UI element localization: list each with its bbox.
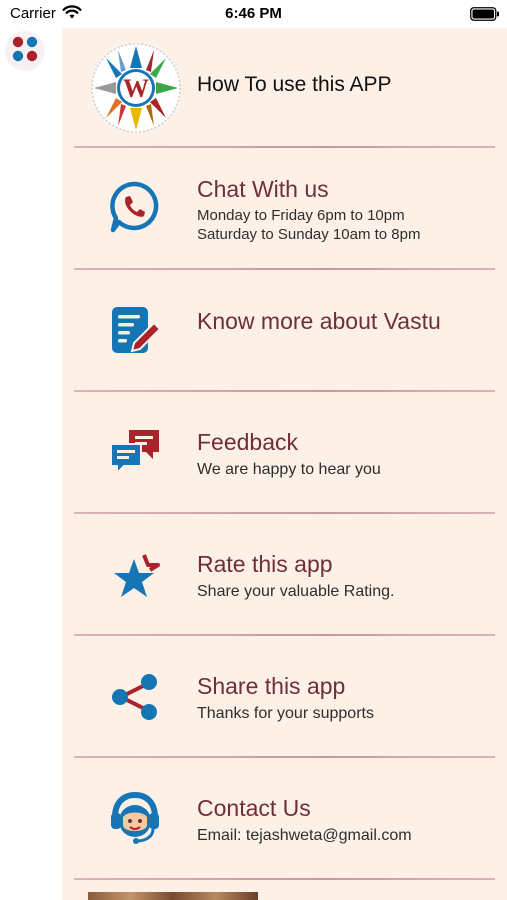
app-logo-icon: W [86, 40, 186, 141]
menu-item-title: Share this app [197, 673, 346, 699]
menu-item-how-to-use[interactable]: W How To use this APP [62, 28, 507, 146]
menu-item-subtitle: Thanks for your supports [197, 705, 374, 722]
menu-item-title: How To use this APP [197, 73, 392, 96]
battery-icon [470, 7, 500, 26]
document-edit-icon [110, 305, 162, 362]
whatsapp-icon [109, 181, 161, 238]
menu-item-title: Chat With us [197, 176, 329, 202]
share-icon [109, 671, 161, 728]
menu-item-subtitle-line-1: Monday to Friday 6pm to 10pm [197, 207, 405, 224]
status-bar: Carrier 6:46 PM [0, 0, 507, 28]
menu-item-rate-app[interactable]: Rate this app Share your valuable Rating… [62, 514, 507, 634]
contact-support-icon [109, 791, 161, 850]
menu-toggle-button[interactable] [4, 30, 46, 72]
divider [74, 878, 495, 880]
menu-item-text: Rate this app Share your valuable Rating… [197, 551, 394, 601]
clock: 6:46 PM [225, 5, 282, 22]
menu-item-text: Contact Us Email: tejashweta@gmail.com [197, 795, 412, 845]
menu-item-chat[interactable]: Chat With us Monday to Friday 6pm to 10p… [62, 148, 507, 268]
menu-item-know-vastu[interactable]: Know more about Vastu [62, 270, 507, 390]
menu-item-subtitle: We are happy to hear you [197, 461, 381, 478]
side-drawer: W How To use this APP Chat With us Monda… [62, 28, 507, 900]
menu-item-title: Rate this app [197, 551, 333, 577]
menu-item-subtitle-line-2: Saturday to Sunday 10am to 8pm [197, 226, 421, 243]
menu-item-title: Feedback [197, 429, 299, 455]
menu-item-feedback[interactable]: Feedback We are happy to hear you [62, 392, 507, 512]
grid-dots-icon [5, 31, 45, 71]
star-icon [110, 551, 162, 606]
menu-item-title: Contact Us [197, 795, 311, 821]
menu-item-text: How To use this APP [197, 73, 392, 97]
menu-item-title: Know more about Vastu [197, 308, 441, 334]
menu-item-text: Share this app Thanks for your supports [197, 673, 374, 723]
menu-item-subtitle: Email: tejashweta@gmail.com [197, 827, 412, 844]
menu-item-subtitle: Share your valuable Rating. [197, 583, 395, 600]
feedback-chat-icon [109, 428, 161, 481]
menu-item-contact-us[interactable]: Contact Us Email: tejashweta@gmail.com [62, 758, 507, 878]
footer-banner-image [88, 892, 258, 900]
menu-item-share-app[interactable]: Share this app Thanks for your supports [62, 636, 507, 756]
menu-item-text: Chat With us Monday to Friday 6pm to 10p… [197, 176, 420, 244]
menu-item-text: Feedback We are happy to hear you [197, 429, 381, 479]
menu-item-text: Know more about Vastu [197, 308, 441, 335]
svg-text:W: W [123, 74, 149, 103]
